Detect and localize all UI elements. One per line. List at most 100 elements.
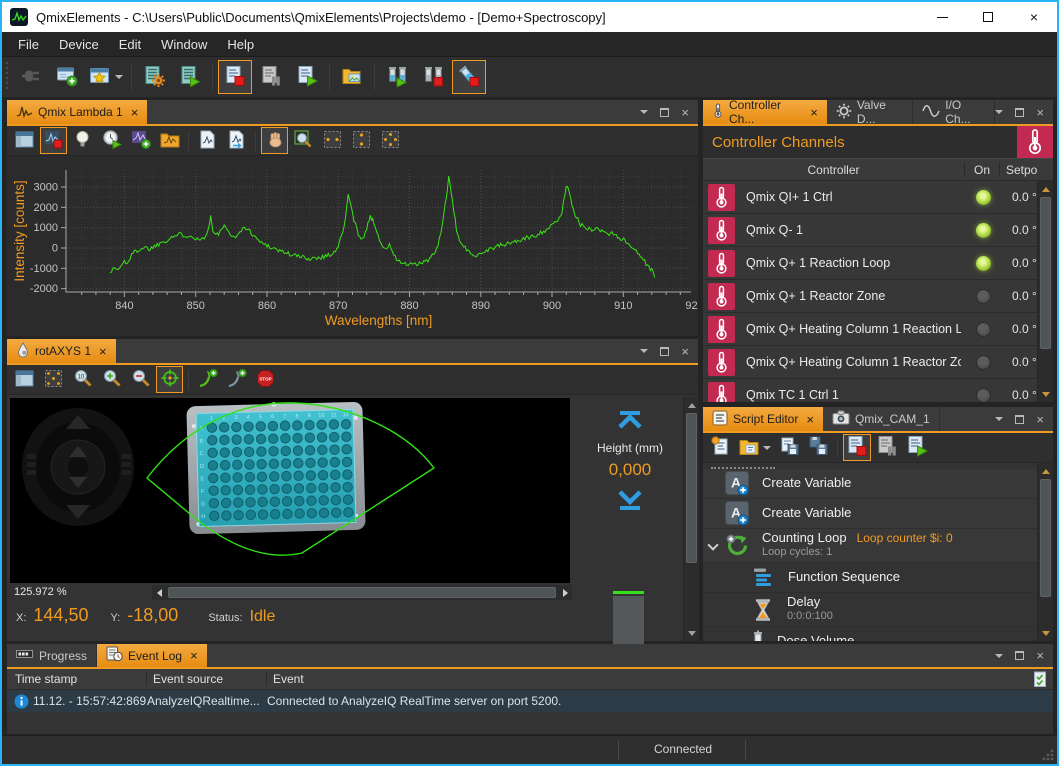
- panel-button[interactable]: [11, 366, 38, 393]
- scroll-up-icon[interactable]: [688, 403, 696, 408]
- panel-button[interactable]: [11, 127, 38, 154]
- horizontal-scrollbar[interactable]: [152, 585, 572, 600]
- tab-qmix-lambda-1[interactable]: Qmix Lambda 1 ×: [7, 100, 147, 124]
- tab-qmix-cam-1[interactable]: Qmix_CAM_1: [823, 407, 940, 431]
- menu-window[interactable]: Window: [151, 34, 217, 55]
- tab-event-log[interactable]: Event Log×: [97, 644, 207, 667]
- save-as-button[interactable]: [805, 434, 832, 461]
- tab-progress[interactable]: Progress: [7, 644, 97, 667]
- float-panel-icon[interactable]: [1015, 651, 1024, 660]
- menu-edit[interactable]: Edit: [109, 34, 151, 55]
- zoom-in-button[interactable]: [98, 366, 125, 393]
- bulb-button[interactable]: [69, 127, 96, 154]
- column-time-stamp[interactable]: Time stamp: [7, 672, 147, 686]
- zoom-h-button[interactable]: [319, 127, 346, 154]
- close-icon[interactable]: ×: [190, 649, 198, 662]
- float-panel-icon[interactable]: [660, 108, 669, 117]
- collapse-icon[interactable]: [707, 539, 718, 550]
- tab-i-o-ch[interactable]: I/O Ch...: [913, 100, 995, 124]
- move-xy-button[interactable]: [194, 366, 221, 393]
- spectrum-add-button[interactable]: [127, 127, 154, 154]
- tab-controller-ch[interactable]: Controller Ch...×: [703, 100, 827, 124]
- script-step-counting-loop[interactable]: Counting LoopLoop counter $i: 0Loop cycl…: [703, 529, 1037, 563]
- pump-stop-button[interactable]: [416, 60, 450, 94]
- on-led[interactable]: [961, 322, 1005, 337]
- script-play-button[interactable]: [290, 60, 324, 94]
- controller-row[interactable]: Qmix Q+ 1 Reactor Zone0.0 °C: [703, 280, 1053, 313]
- fit-view-button[interactable]: [40, 366, 67, 393]
- float-panel-icon[interactable]: [1015, 415, 1024, 424]
- column-event-source[interactable]: Event source: [147, 672, 267, 686]
- new-script-button[interactable]: [707, 434, 734, 461]
- zoom-out-button[interactable]: [127, 366, 154, 393]
- menu-device[interactable]: Device: [49, 34, 109, 55]
- script-stop-button[interactable]: [218, 60, 252, 94]
- script-pause-button[interactable]: [873, 434, 901, 461]
- close-panel-icon[interactable]: ×: [1036, 413, 1044, 426]
- zoom-box-button[interactable]: [290, 127, 317, 154]
- minimize-button[interactable]: [919, 2, 965, 32]
- scroll-right-icon[interactable]: [558, 589, 572, 597]
- process-run-button[interactable]: [173, 60, 207, 94]
- list-check-icon[interactable]: [1033, 671, 1048, 688]
- rotaxys-workspace-view[interactable]: 123456789101112ABCDEFGH: [10, 398, 570, 583]
- script-step-create-variable[interactable]: ACreate Variable: [703, 499, 1037, 529]
- tab-valve-d[interactable]: Valve D...: [827, 100, 913, 124]
- favorites-window-button[interactable]: [86, 60, 126, 94]
- float-panel-icon[interactable]: [1015, 108, 1024, 117]
- stop-button[interactable]: STOP: [252, 366, 279, 393]
- close-panel-icon[interactable]: ×: [1036, 106, 1044, 119]
- connect-button[interactable]: [14, 60, 48, 94]
- menu-file[interactable]: File: [8, 34, 49, 55]
- vertical-scrollbar[interactable]: [683, 397, 699, 641]
- record-stop-button[interactable]: [40, 127, 67, 154]
- scroll-down-icon[interactable]: [1042, 392, 1050, 397]
- scroll-up-icon[interactable]: [1042, 469, 1050, 474]
- menu-help[interactable]: Help: [217, 34, 264, 55]
- script-play-button[interactable]: [903, 434, 931, 461]
- pump-play-button[interactable]: [380, 60, 414, 94]
- scroll-up-icon[interactable]: [1042, 187, 1050, 192]
- vertical-scrollbar[interactable]: [1037, 463, 1053, 641]
- column-on[interactable]: On: [965, 163, 1000, 177]
- controller-row[interactable]: Qmix Q- 10.0 °C: [703, 214, 1053, 247]
- close-panel-icon[interactable]: ×: [681, 106, 689, 119]
- scrollbar-thumb[interactable]: [168, 587, 556, 598]
- panel-menu-icon[interactable]: [640, 349, 648, 353]
- pan-hand-button[interactable]: [261, 127, 288, 154]
- toolbar-grip[interactable]: [4, 62, 11, 92]
- panel-menu-icon[interactable]: [995, 654, 1003, 658]
- scrollbar-thumb[interactable]: [1040, 197, 1051, 349]
- on-led[interactable]: [961, 355, 1005, 370]
- resize-grip[interactable]: [1042, 749, 1054, 761]
- column-controller[interactable]: Controller: [703, 163, 965, 177]
- scroll-down-icon[interactable]: [688, 631, 696, 636]
- on-led[interactable]: [961, 388, 1005, 403]
- scroll-down-icon[interactable]: [1042, 631, 1050, 636]
- on-led[interactable]: [961, 190, 1005, 205]
- doc-spectrum-button[interactable]: [194, 127, 221, 154]
- column-setpoint[interactable]: Setpoi: [1000, 163, 1037, 177]
- spectrum-chart[interactable]: -2000-1000010002000300084085086087088089…: [7, 156, 698, 336]
- script-step-create-variable[interactable]: ACreate Variable: [703, 469, 1037, 499]
- move-z-button[interactable]: [223, 366, 250, 393]
- controller-row[interactable]: Qmix QI+ 1 Ctrl0.0 °C: [703, 181, 1053, 214]
- tab-script-editor[interactable]: Script Editor×: [703, 407, 823, 431]
- controller-row[interactable]: Qmix Q+ Heating Column 1 Reaction Loop0.…: [703, 313, 1053, 346]
- process-config-button[interactable]: [137, 60, 171, 94]
- vertical-scrollbar[interactable]: [1037, 181, 1053, 402]
- on-led[interactable]: [961, 256, 1005, 271]
- controller-row[interactable]: Qmix TC 1 Ctrl 10.0 °C: [703, 379, 1053, 402]
- event-log-row[interactable]: 11.12. - 15:57:42:869AnalyzeIQRealtime..…: [7, 690, 1053, 712]
- script-pause-button[interactable]: [254, 60, 288, 94]
- close-panel-icon[interactable]: ×: [681, 345, 689, 358]
- script-stop-button[interactable]: [843, 434, 871, 461]
- zoom-100-button[interactable]: 10: [69, 366, 96, 393]
- open-script-button[interactable]: [736, 434, 774, 461]
- add-window-button[interactable]: [50, 60, 84, 94]
- timer-play-button[interactable]: [98, 127, 125, 154]
- panel-menu-icon[interactable]: [640, 110, 648, 114]
- pump-stop-all-button[interactable]: [452, 60, 486, 94]
- controller-row[interactable]: Qmix Q+ Heating Column 1 Reactor Zone0.0…: [703, 346, 1053, 379]
- save-script-button[interactable]: [776, 434, 803, 461]
